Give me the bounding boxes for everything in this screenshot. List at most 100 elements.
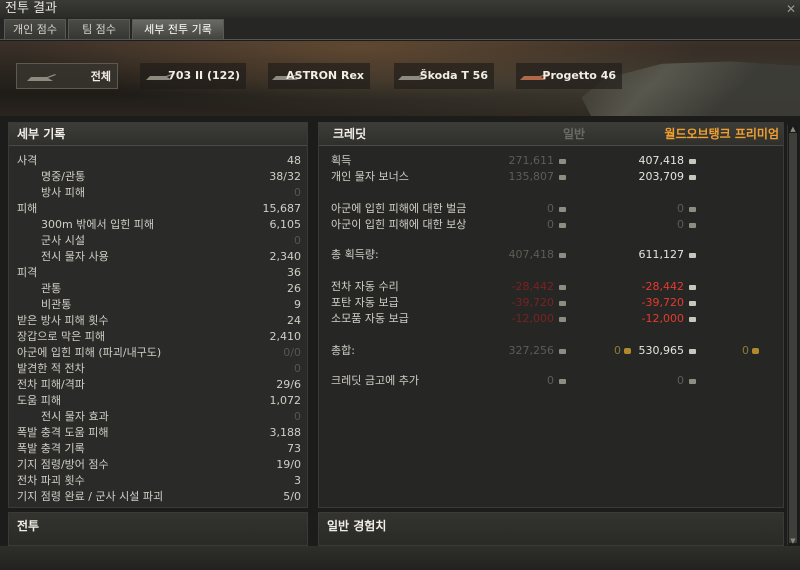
premium-value: 530,965	[638, 344, 685, 357]
vehicle-tab-skoda-t56[interactable]: Škoda T 56	[394, 63, 494, 89]
premium-value: -12,000	[641, 312, 684, 325]
credit-icon	[689, 175, 696, 180]
row-value: 24	[287, 314, 301, 327]
credit-icon	[559, 317, 566, 322]
credit-icon	[689, 349, 696, 354]
row-label: 발견한 적 전차	[17, 362, 85, 375]
row-label: 개인 물자 보너스	[331, 170, 409, 183]
list-item: 아군에 입힌 피해 (파괴/내구도) 0/0	[9, 345, 307, 361]
tab-bar: 개인 점수 팀 점수 세부 전투 기록	[0, 18, 800, 40]
row-label: 크레딧 금고에 추가	[331, 374, 419, 387]
experience-panel: 일반 경험치	[318, 512, 784, 546]
window-title: 전투 결과	[5, 1, 57, 16]
credit-icon	[559, 223, 566, 228]
credit-icon	[559, 253, 566, 258]
list-item: 도움 피해 1,072	[9, 393, 307, 409]
row-label: 아군이 입힌 피해에 대한 보상	[331, 218, 467, 231]
row-label: 총합:	[331, 344, 355, 357]
list-item: 전차 파괴 횟수 3	[9, 473, 307, 489]
row-label: 전차 피해/격파	[17, 378, 85, 391]
vehicle-tab-703-ii[interactable]: 703 II (122)	[140, 63, 246, 89]
list-item: 장갑으로 막은 피해 2,410	[9, 329, 307, 345]
list-item: 비관통 9	[9, 297, 307, 313]
row-label: 아군에 입힌 피해에 대한 벌금	[331, 202, 467, 215]
list-item: 포탄 자동 보급 -39,720 -39,720	[319, 295, 783, 311]
row-label: 명중/관통	[41, 170, 86, 183]
scroll-down-icon[interactable]: ▼	[788, 537, 798, 545]
row-value: 5/0	[283, 490, 301, 503]
scrollbar[interactable]: ▲ ▼	[787, 125, 798, 545]
tab-personal-score[interactable]: 개인 점수	[4, 19, 66, 39]
credit-icon	[559, 379, 566, 384]
list-item: 피해 15,687	[9, 201, 307, 217]
row-label: 300m 밖에서 입힌 피해	[41, 218, 155, 231]
normal-value: 0	[547, 218, 554, 231]
row-label: 아군에 입힌 피해 (파괴/내구도)	[17, 346, 162, 359]
list-item: 명중/관통 38/32	[9, 169, 307, 185]
vehicle-tab-label: Progetto 46	[542, 69, 616, 82]
row-label: 받은 방사 피해 횟수	[17, 314, 109, 327]
credit-icon	[559, 349, 566, 354]
list-item: 아군이 입힌 피해에 대한 보상 0 0	[319, 217, 783, 233]
row-label: 총 획득량:	[331, 248, 379, 261]
row-label: 비관통	[41, 298, 72, 311]
list-item: 획득 271,611 407,418	[319, 153, 783, 169]
row-value: 9	[294, 298, 301, 311]
list-item: 총합: 327,256 0 530,965 0	[319, 343, 783, 359]
row-value: 26	[287, 282, 301, 295]
list-item: 전차 자동 수리 -28,442 -28,442	[319, 279, 783, 295]
vehicle-tab-label: Škoda T 56	[419, 69, 488, 82]
row-label: 획득	[331, 154, 352, 167]
list-item: 300m 밖에서 입힌 피해 6,105	[9, 217, 307, 233]
close-icon[interactable]: ✕	[786, 0, 796, 18]
battle-panel: 전투	[8, 512, 308, 546]
normal-value: 327,256	[508, 344, 555, 357]
normal-value: 0	[547, 374, 554, 387]
row-value: 48	[287, 154, 301, 167]
normal-value: -12,000	[511, 312, 554, 325]
vehicle-tab-label: 전체	[90, 70, 111, 83]
row-value: 0	[294, 410, 301, 423]
scroll-up-icon[interactable]: ▲	[788, 125, 798, 133]
list-item: 기지 점령/방어 점수 19/0	[9, 457, 307, 473]
list-item: 소모품 자동 보급 -12,000 -12,000	[319, 311, 783, 327]
row-label: 폭발 충격 기록	[17, 442, 85, 455]
normal-value: 407,418	[508, 248, 555, 261]
row-label: 장갑으로 막은 피해	[17, 330, 105, 343]
tank-icon	[27, 74, 56, 81]
gold-premium-value: 0	[742, 344, 749, 357]
credit-icon	[689, 285, 696, 290]
window-titlebar: 전투 결과 ✕	[0, 0, 800, 18]
vehicle-tab-progetto-46[interactable]: Progetto 46	[516, 63, 622, 89]
col-premium-header: 월드오브탱크 프리미엄	[664, 127, 779, 141]
row-label: 방사 피해	[41, 186, 85, 199]
vehicle-tab-label: 703 II (122)	[168, 69, 240, 82]
row-label: 포탄 자동 보급	[331, 296, 399, 309]
vehicle-tab-astron-rex[interactable]: ASTRON Rex	[268, 63, 370, 89]
credit-icon	[689, 379, 696, 384]
premium-value: 407,418	[638, 154, 685, 167]
normal-value: -28,442	[511, 280, 554, 293]
row-value: 3,188	[269, 426, 302, 439]
list-item: 관통 26	[9, 281, 307, 297]
list-item: 전시 물자 사용 2,340	[9, 249, 307, 265]
list-item: 전시 물자 효과 0	[9, 409, 307, 425]
row-value: 1,072	[269, 394, 302, 407]
row-value: 2,340	[269, 250, 302, 263]
credit-icon	[689, 317, 696, 322]
row-label: 기지 점령 완료 / 군사 시설 파괴	[17, 490, 164, 503]
row-value: 36	[287, 266, 301, 279]
list-item: 아군에 입힌 피해에 대한 벌금 0 0	[319, 201, 783, 217]
vehicle-tab-all[interactable]: 전체	[16, 63, 118, 89]
row-label: 피해	[17, 202, 38, 215]
row-label: 전차 파괴 횟수	[17, 474, 85, 487]
row-value: 0	[294, 234, 301, 247]
scrollbar-thumb[interactable]	[789, 133, 797, 543]
list-item: 개인 물자 보너스 135,807 203,709	[319, 169, 783, 185]
tab-team-score[interactable]: 팀 점수	[68, 19, 130, 39]
list-item: 방사 피해 0	[9, 185, 307, 201]
list-item: 사격 48	[9, 153, 307, 169]
row-label: 기지 점령/방어 점수	[17, 458, 109, 471]
row-value: 3	[294, 474, 301, 487]
tab-detailed-report[interactable]: 세부 전투 기록	[132, 19, 224, 39]
